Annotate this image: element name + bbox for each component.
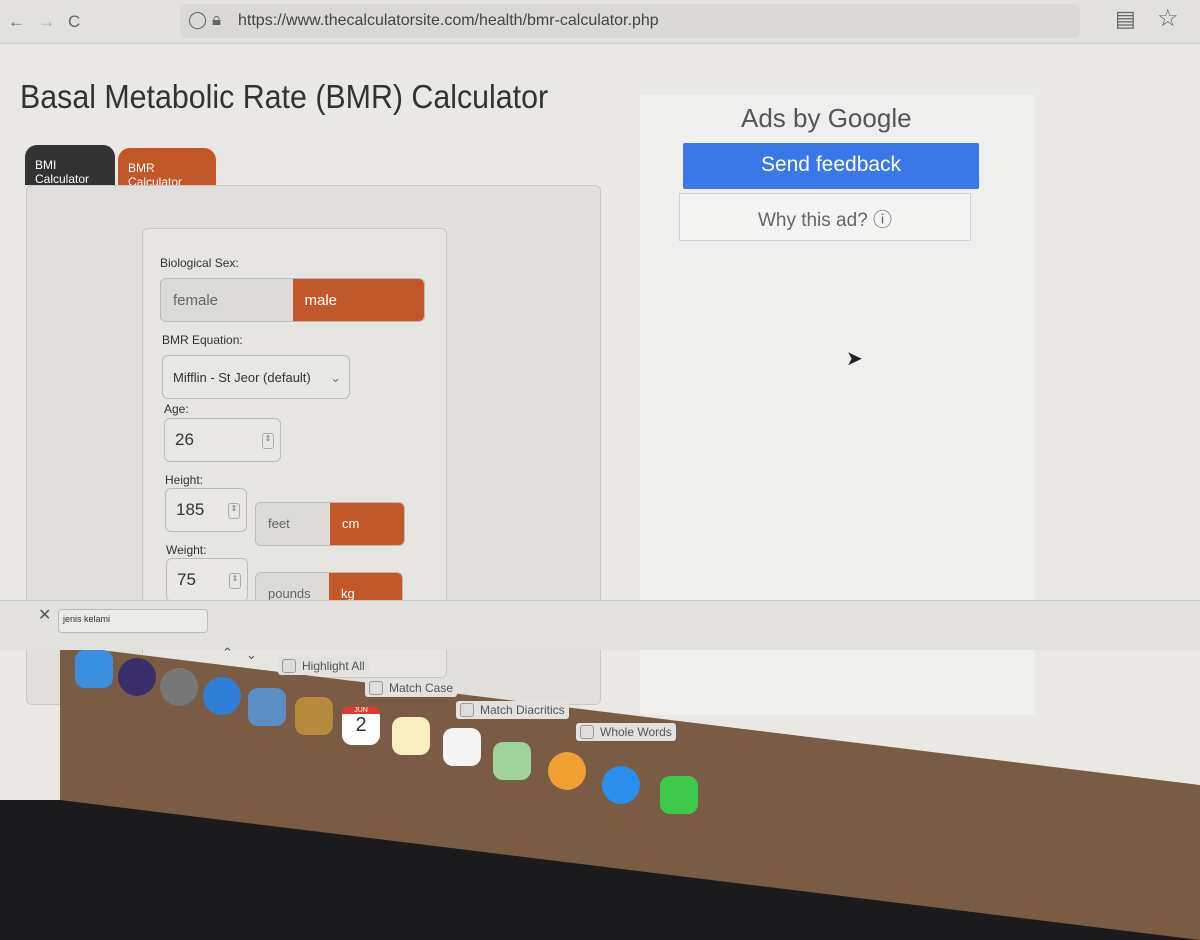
forward-button[interactable]: → bbox=[38, 12, 55, 32]
send-feedback-button[interactable]: Send feedback bbox=[683, 143, 979, 189]
reload-button[interactable]: C bbox=[68, 12, 80, 32]
height-unit-cm[interactable]: cm bbox=[330, 503, 404, 545]
equation-value: Mifflin - St Jeor (default) bbox=[173, 370, 311, 385]
height-unit-feet[interactable]: feet bbox=[256, 503, 330, 545]
equation-select[interactable]: Mifflin - St Jeor (default) ⌄ bbox=[162, 355, 350, 399]
match-diacritics-checkbox[interactable]: Match Diacritics bbox=[456, 701, 569, 719]
mail-icon[interactable] bbox=[248, 688, 286, 726]
age-input[interactable]: 26 ⇕ bbox=[164, 418, 281, 462]
calendar-month: JUN bbox=[342, 707, 380, 714]
find-input[interactable]: jenis kelami bbox=[58, 609, 208, 633]
notes-icon[interactable] bbox=[392, 717, 430, 755]
url-text: https://www.thecalculatorsite.com/health… bbox=[238, 12, 659, 29]
find-next-icon[interactable]: ⌄ bbox=[246, 647, 257, 663]
spinner-icon[interactable]: ⇕ bbox=[229, 573, 241, 589]
spinner-icon[interactable]: ⇕ bbox=[228, 503, 240, 519]
height-label: Height: bbox=[165, 473, 204, 487]
sex-option-male[interactable]: male bbox=[292, 279, 424, 321]
height-value: 185 bbox=[176, 500, 205, 519]
contacts-icon[interactable] bbox=[295, 697, 333, 735]
match-case-checkbox[interactable]: Match Case bbox=[365, 679, 458, 697]
tab-bmi-calculator[interactable]: BMI Calculator bbox=[25, 145, 115, 186]
weight-label: Weight: bbox=[166, 543, 207, 557]
find-previous-icon[interactable]: ⌃ bbox=[222, 645, 233, 661]
safari-icon[interactable] bbox=[203, 677, 241, 715]
close-icon[interactable]: ✕ bbox=[38, 605, 51, 625]
toolbar: ← → C ◯ 🔒︎ https://www.thecalculatorsite… bbox=[0, 0, 1200, 44]
match-diacritics-label: Match Diacritics bbox=[480, 703, 565, 717]
tab-bmr-calculator[interactable]: BMR Calculator bbox=[118, 148, 216, 189]
spinner-icon[interactable]: ⇕ bbox=[262, 433, 274, 449]
whole-words-label: Whole Words bbox=[600, 725, 672, 739]
sex-label: Biological Sex: bbox=[160, 256, 239, 270]
maps-icon[interactable] bbox=[493, 742, 531, 780]
highlight-all-checkbox[interactable]: Highlight All bbox=[278, 657, 369, 675]
back-button[interactable]: ← bbox=[8, 12, 25, 32]
photos-icon[interactable] bbox=[548, 752, 586, 790]
siri-icon[interactable] bbox=[118, 658, 156, 696]
equation-label: BMR Equation: bbox=[162, 333, 243, 347]
height-unit-toggle: feet cm bbox=[255, 502, 405, 546]
find-bar: ✕ jenis kelami ⌃ ⌄ Highlight All Match C… bbox=[0, 600, 1200, 741]
page-title: Basal Metabolic Rate (BMR) Calculator bbox=[20, 78, 549, 115]
sex-option-female[interactable]: female bbox=[161, 279, 293, 321]
ads-by-google: Ads by Google bbox=[741, 103, 912, 133]
reader-view-icon[interactable]: ▤ bbox=[1115, 6, 1136, 32]
weight-input[interactable]: 75 ⇕ bbox=[166, 558, 248, 602]
age-value: 26 bbox=[175, 430, 194, 449]
highlight-all-label: Highlight All bbox=[302, 659, 365, 673]
facetime-icon[interactable] bbox=[660, 776, 698, 814]
finder-icon[interactable] bbox=[75, 650, 113, 688]
whole-words-checkbox[interactable]: Whole Words bbox=[576, 723, 676, 741]
height-input[interactable]: 185 ⇕ bbox=[165, 488, 247, 532]
calendar-icon[interactable]: JUN 2 bbox=[342, 707, 380, 745]
sex-toggle: female male bbox=[160, 278, 425, 322]
calendar-day: 2 bbox=[355, 714, 367, 736]
lock-icon: 🔒︎ bbox=[212, 10, 222, 29]
reminders-icon[interactable] bbox=[443, 728, 481, 766]
bookmark-star-icon[interactable]: ☆ bbox=[1157, 4, 1179, 33]
chevron-down-icon: ⌄ bbox=[330, 370, 341, 385]
weight-value: 75 bbox=[177, 570, 196, 589]
match-case-label: Match Case bbox=[389, 681, 454, 695]
browser-window: ← → C ◯ 🔒︎ https://www.thecalculatorsite… bbox=[0, 0, 1200, 940]
age-label: Age: bbox=[164, 402, 189, 416]
messages-icon[interactable] bbox=[602, 766, 640, 804]
shield-icon: ◯ bbox=[188, 10, 208, 29]
mouse-cursor-icon: ➤ bbox=[846, 348, 863, 370]
why-this-ad-button[interactable]: Why this ad? ⓘ bbox=[679, 193, 971, 241]
launchpad-icon[interactable] bbox=[160, 668, 198, 706]
